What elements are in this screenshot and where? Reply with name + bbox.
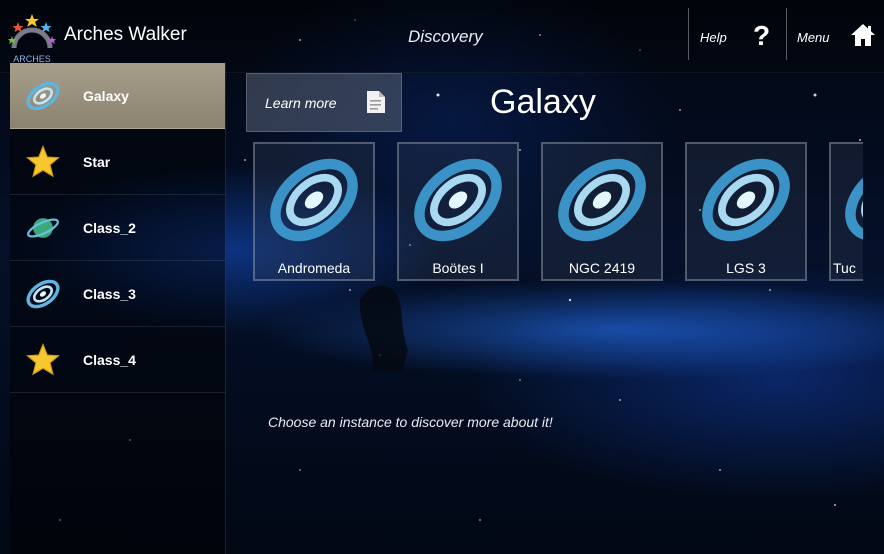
galaxy-icon [845,158,863,242]
sidebar-item-class-3[interactable]: Class_3 [10,261,225,327]
instance-card-ngc-2419[interactable]: NGC 2419 [541,142,663,281]
star-icon [23,340,63,380]
galaxy-icon [558,158,646,242]
help-icon[interactable]: ? [753,20,770,52]
sidebar-item-star[interactable]: Star [10,129,225,195]
galaxy-icon [270,158,358,242]
instance-card-andromeda[interactable]: Andromeda [253,142,375,281]
galaxy-icon [702,158,790,242]
help-button[interactable]: Help [700,30,727,45]
instruction-text: Choose an instance to discover more abou… [268,414,553,430]
sidebar-item-label: Class_3 [83,285,136,302]
divider [688,8,689,60]
arches-logo: ARCHES [8,14,56,64]
planet-icon [23,208,63,248]
sidebar-item-label: Star [83,153,111,170]
galaxy-icon [23,76,63,116]
galaxy-icon [414,158,502,242]
app-title: Arches Walker [64,24,187,45]
sidebar: Galaxy Star Class_2 Class_3 Class_4 [10,63,226,554]
divider [786,8,787,60]
home-icon[interactable] [850,23,876,47]
instance-card-tuc[interactable]: Tuc [829,142,863,281]
page-title: Galaxy [490,83,596,121]
instance-label: Andromeda [277,260,351,276]
instance-label: Boötes I [432,260,484,276]
instance-label: NGC 2419 [568,260,636,276]
star-icon [23,142,63,182]
sidebar-item-label: Class_2 [83,219,136,236]
sidebar-item-galaxy[interactable]: Galaxy [10,63,225,129]
sidebar-item-label: Galaxy [83,87,129,104]
instance-card-lgs-3[interactable]: LGS 3 [685,142,807,281]
instance-label: Tuc [833,260,856,276]
sidebar-item-label: Class_4 [83,351,136,368]
instance-label: LGS 3 [726,260,766,276]
sidebar-item-class-4[interactable]: Class_4 [10,327,225,393]
learn-more-label: Learn more [265,95,337,111]
instance-card-bootes-i[interactable]: Boötes I [397,142,519,281]
learn-more-button[interactable]: Learn more [246,73,402,132]
document-icon [367,91,385,113]
screen-title: Discovery [408,27,483,46]
galaxy-icon [23,274,63,314]
menu-button[interactable]: Menu [797,30,830,45]
sidebar-item-class-2[interactable]: Class_2 [10,195,225,261]
